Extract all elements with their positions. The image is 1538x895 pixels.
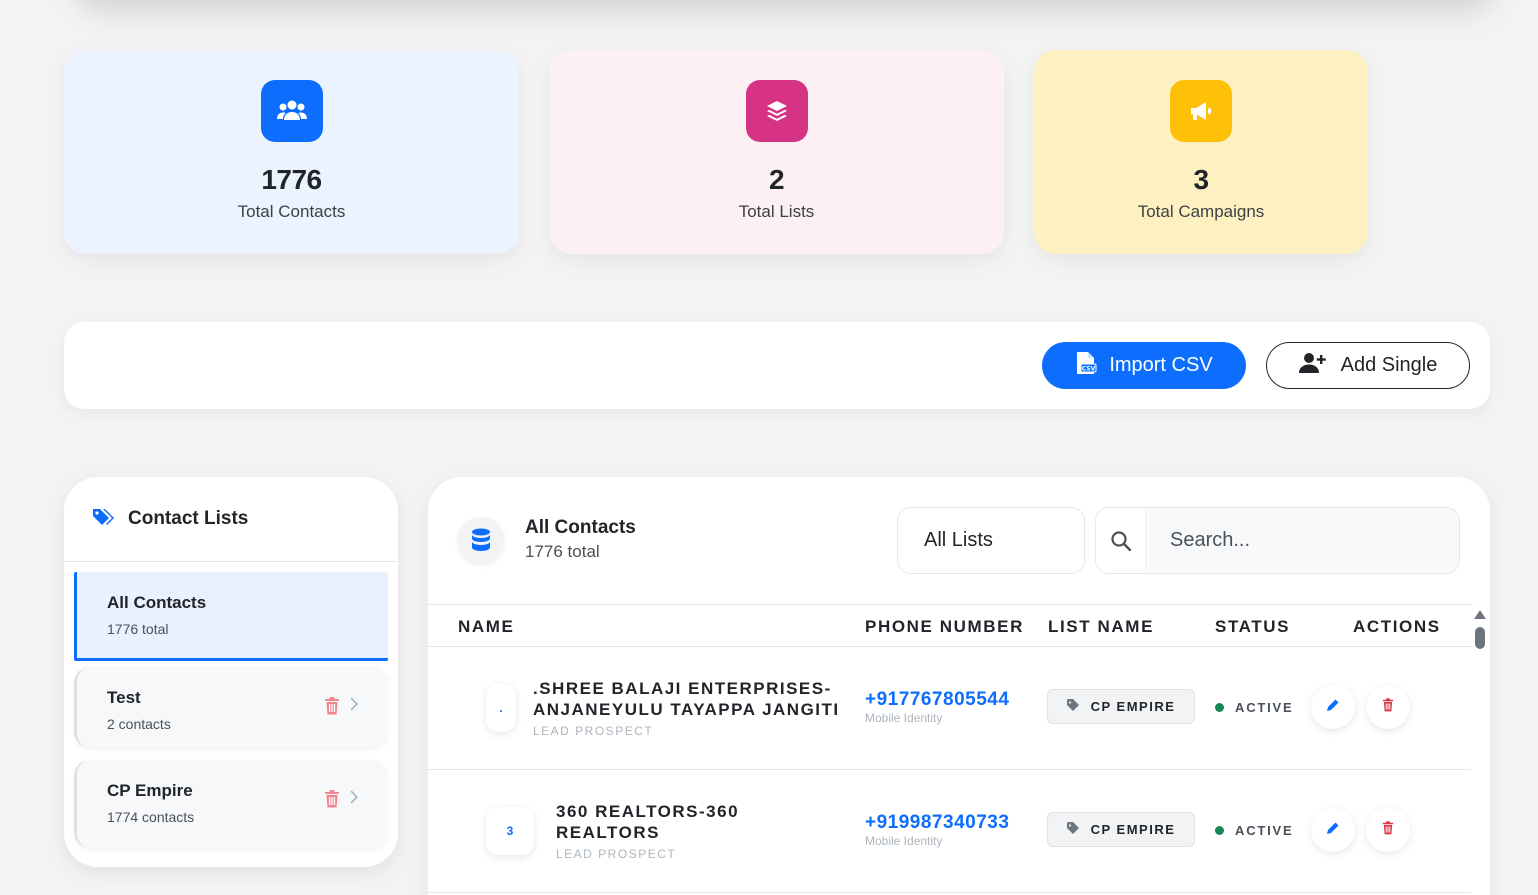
trash-icon[interactable] [324, 790, 340, 813]
users-icon [260, 80, 323, 142]
list-item-count: 1774 contacts [107, 809, 195, 825]
stat-label: Total Campaigns [1137, 202, 1265, 221]
phone-label: Mobile Identity [865, 711, 943, 725]
stat-label: Total Contacts [237, 202, 346, 221]
tags-icon [92, 507, 116, 532]
list-item-name: CP Empire [107, 781, 193, 800]
stat-value: 2 [768, 164, 785, 195]
search-icon [1096, 508, 1146, 573]
list-item-name: All Contacts [107, 593, 207, 612]
add-single-label: Add Single [1340, 354, 1438, 376]
add-single-button[interactable]: Add Single [1266, 342, 1470, 389]
contact-lists-panel: Contact Lists All Contacts 1776 total Te… [64, 477, 398, 867]
list-item-count: 2 contacts [107, 716, 171, 732]
megaphone-icon [1170, 80, 1232, 142]
trash-icon [1382, 697, 1394, 717]
stat-card-campaigns: 3 Total Campaigns [1034, 50, 1368, 254]
user-plus-icon [1298, 352, 1327, 380]
trash-icon [1382, 820, 1394, 840]
phone-number[interactable]: +919987340733 [865, 812, 1009, 834]
contact-type: LEAD PROSPECT [533, 724, 654, 738]
tag-icon [1066, 822, 1081, 837]
pencil-icon [1326, 821, 1340, 840]
column-header-phone[interactable]: PHONE NUMBER [865, 617, 1024, 637]
contact-type: LEAD PROSPECT [556, 847, 677, 861]
contact-lists-header: Contact Lists [64, 477, 398, 562]
contact-name: .SHREE BALAJI ENTERPRISES- ANJANEYULU TA… [533, 679, 840, 719]
scroll-up-arrow[interactable] [1474, 610, 1486, 619]
contacts-panel: All Contacts 1776 total All Lists NAME P… [428, 477, 1490, 895]
table-row[interactable]: . .SHREE BALAJI ENTERPRISES- ANJANEYULU … [428, 647, 1471, 770]
column-header-name[interactable]: NAME [458, 617, 514, 637]
search-box [1095, 507, 1460, 574]
list-item-all-contacts[interactable]: All Contacts 1776 total [74, 572, 388, 661]
tag-icon [1066, 699, 1081, 714]
list-item-name: Test [107, 688, 141, 707]
status-dot [1215, 826, 1224, 835]
action-toolbar: CSV Import CSV Add Single [64, 322, 1490, 409]
stat-card-lists: 2 Total Lists [549, 50, 1004, 254]
edit-button[interactable] [1311, 685, 1355, 729]
column-header-list[interactable]: LIST NAME [1048, 617, 1154, 637]
status-dot [1215, 703, 1224, 712]
contacts-title: All Contacts [525, 517, 636, 538]
list-item-count: 1776 total [107, 621, 169, 637]
stat-value: 1776 [261, 164, 322, 195]
status-badge: ACTIVE [1215, 700, 1293, 715]
avatar: . [486, 684, 516, 732]
import-csv-button[interactable]: CSV Import CSV [1042, 342, 1246, 389]
stat-value: 3 [1193, 164, 1209, 195]
pencil-icon [1326, 698, 1340, 717]
table-header: NAME PHONE NUMBER LIST NAME STATUS ACTIO… [428, 604, 1473, 647]
column-header-status[interactable]: STATUS [1215, 617, 1290, 637]
database-icon [458, 517, 504, 563]
contact-lists-title: Contact Lists [128, 508, 249, 529]
svg-text:CSV: CSV [1082, 365, 1096, 372]
list-tag: CP EMPIRE [1047, 689, 1195, 724]
phone-label: Mobile Identity [865, 834, 943, 848]
chevron-right-icon [350, 697, 359, 716]
stat-label: Total Lists [738, 202, 815, 221]
avatar: 3 [486, 807, 534, 855]
column-header-actions: ACTIONS [1353, 617, 1441, 636]
edit-button[interactable] [1311, 808, 1355, 852]
phone-number[interactable]: +917767805544 [865, 689, 1009, 711]
stat-card-contacts: 1776 Total Contacts [64, 50, 519, 254]
list-item-test[interactable]: Test 2 contacts [74, 667, 388, 748]
file-csv-icon: CSV [1075, 351, 1097, 381]
search-input[interactable] [1146, 529, 1446, 552]
list-filter-select[interactable]: All Lists [897, 507, 1085, 574]
status-badge: ACTIVE [1215, 823, 1293, 838]
contact-name: 360 REALTORS-360 REALTORS [556, 802, 740, 842]
contacts-total: 1776 total [525, 542, 600, 561]
layers-icon [745, 80, 808, 142]
list-item-cp-empire[interactable]: CP Empire 1774 contacts [74, 760, 388, 848]
import-csv-label: Import CSV [1109, 354, 1213, 376]
table-row[interactable]: 3 360 REALTORS-360 REALTORS LEAD PROSPEC… [428, 770, 1471, 893]
chevron-right-icon [350, 790, 359, 809]
trash-icon[interactable] [324, 697, 340, 720]
delete-button[interactable] [1366, 808, 1410, 852]
list-tag: CP EMPIRE [1047, 812, 1195, 847]
delete-button[interactable] [1366, 685, 1410, 729]
scrollbar-thumb[interactable] [1475, 627, 1485, 649]
